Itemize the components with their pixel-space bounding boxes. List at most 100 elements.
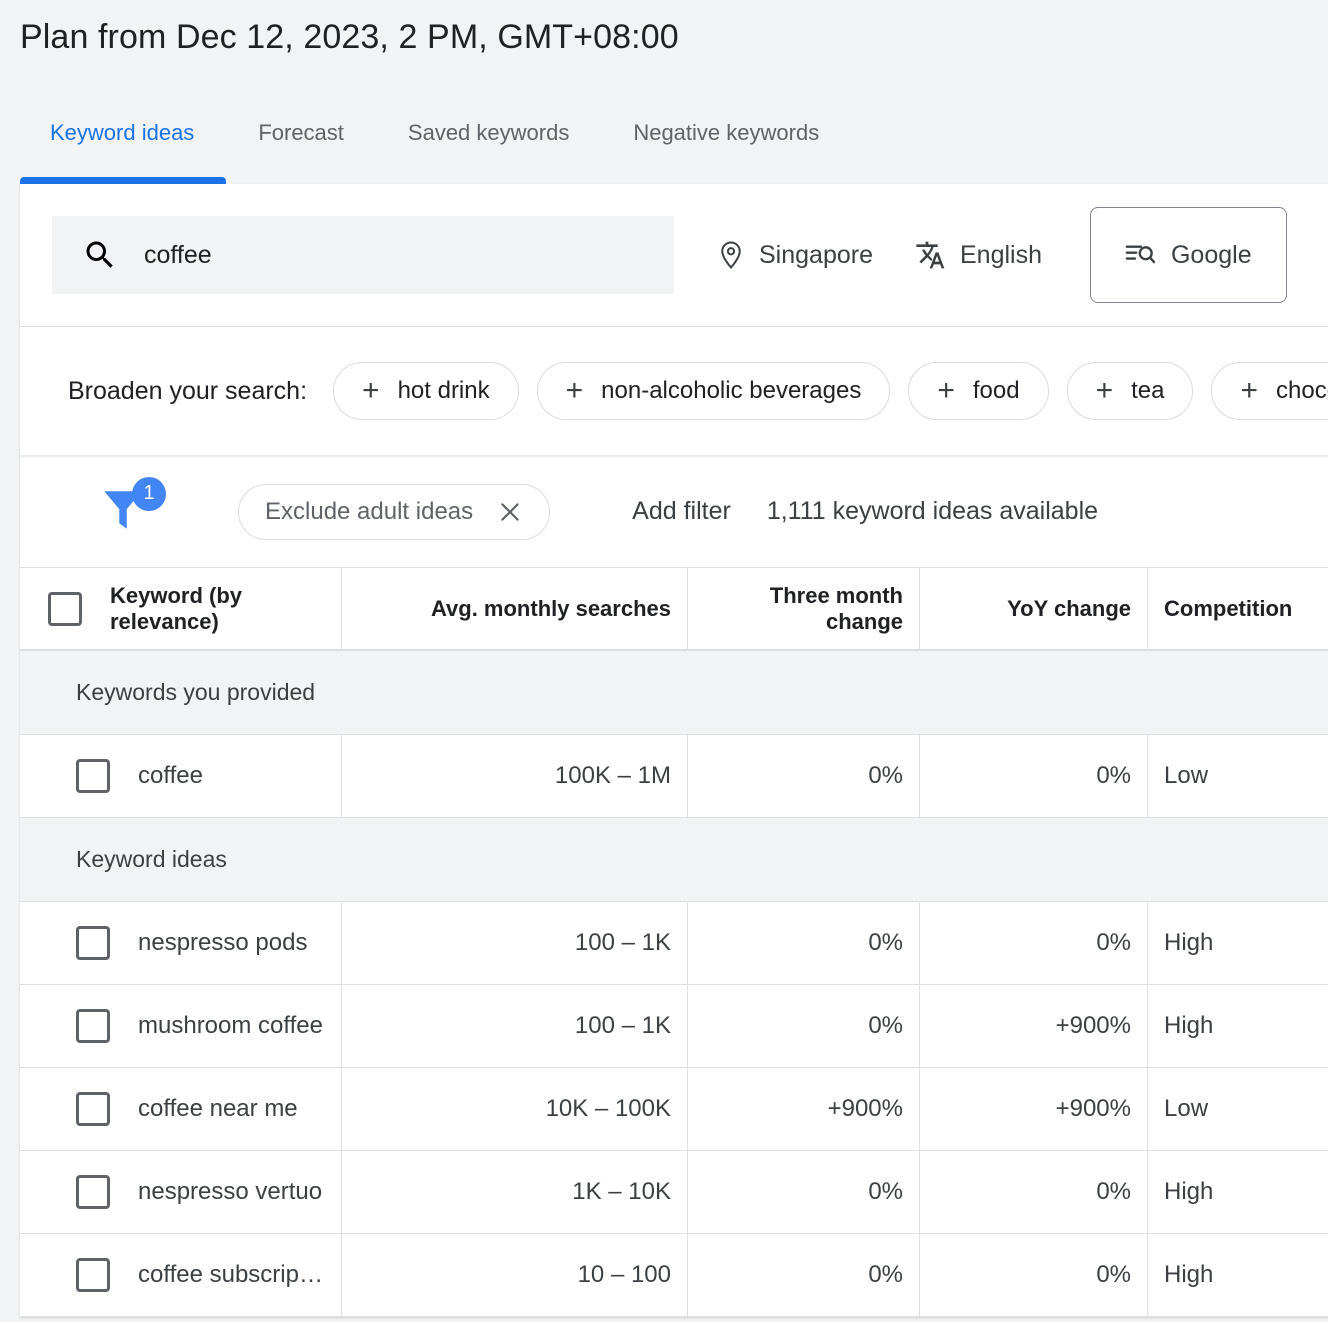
network-selector[interactable]: Google [1090, 207, 1287, 303]
select-all-checkbox[interactable] [48, 592, 82, 626]
cell-three-month-change: +900% [688, 1068, 920, 1150]
location-label: Singapore [759, 241, 873, 270]
row-checkbox[interactable] [76, 1092, 110, 1126]
cell-avg-monthly-searches: 100 – 1K [342, 902, 688, 984]
plus-icon: + [1096, 376, 1114, 406]
broaden-label: Broaden your search: [68, 377, 307, 406]
cell-three-month-change: 0% [688, 902, 920, 984]
broaden-chip-non-alcoholic-beverages[interactable]: + non-alcoholic beverages [537, 362, 891, 420]
cell-keyword: coffee near me [20, 1068, 342, 1150]
tab-label: Saved keywords [408, 120, 569, 146]
cell-keyword: nespresso vertuo [20, 1151, 342, 1233]
tab-label: Keyword ideas [50, 120, 194, 146]
header-line-2: change [826, 609, 903, 634]
cell-three-month-change: 0% [688, 1151, 920, 1233]
table-header-avg-monthly-searches[interactable]: Avg. monthly searches [342, 568, 688, 649]
broaden-chip-hot-drink[interactable]: + hot drink [333, 362, 519, 420]
location-selector[interactable]: Singapore [716, 240, 873, 270]
table-row[interactable]: nespresso vertuo 1K – 10K 0% 0% High [20, 1151, 1328, 1234]
filter-chip-exclude-adult-ideas[interactable]: Exclude adult ideas [238, 484, 550, 540]
search-input-value: coffee [144, 241, 212, 270]
header-line-2: relevance) [110, 609, 219, 634]
filter-count-badge: 1 [132, 477, 166, 511]
plus-icon: + [1240, 376, 1258, 406]
cell-keyword: coffee subscript… [20, 1234, 342, 1316]
plus-icon: + [362, 376, 380, 406]
translate-icon [915, 239, 947, 271]
tab-bar: Keyword ideas Forecast Saved keywords Ne… [20, 112, 851, 184]
cell-yoy-change: +900% [920, 985, 1148, 1067]
cell-yoy-change: 0% [920, 1151, 1148, 1233]
available-ideas-count: 1,111 keyword ideas available [767, 497, 1098, 526]
table-row[interactable]: mushroom coffee 100 – 1K 0% +900% High [20, 985, 1328, 1068]
cell-keyword: mushroom coffee [20, 985, 342, 1067]
row-checkbox[interactable] [76, 926, 110, 960]
table-header-three-month-change[interactable]: Three month change [688, 568, 920, 649]
cell-competition: Low [1148, 735, 1328, 817]
search-row: coffee Singapore English [20, 184, 1328, 326]
page-title: Plan from Dec 12, 2023, 2 PM, GMT+08:00 [20, 18, 679, 57]
chip-label: food [973, 377, 1020, 405]
tab-keyword-ideas[interactable]: Keyword ideas [20, 112, 226, 184]
cell-competition: High [1148, 1151, 1328, 1233]
cell-avg-monthly-searches: 10 – 100 [342, 1234, 688, 1316]
cell-avg-monthly-searches: 100 – 1K [342, 985, 688, 1067]
add-filter-button[interactable]: Add filter [632, 497, 731, 526]
cell-keyword: coffee [20, 735, 342, 817]
row-checkbox[interactable] [76, 1175, 110, 1209]
cell-three-month-change: 0% [688, 735, 920, 817]
cell-three-month-change: 0% [688, 985, 920, 1067]
table-header-keyword-label: Keyword (by relevance) [110, 583, 242, 635]
language-selector[interactable]: English [915, 239, 1042, 271]
keyword-text: coffee [138, 762, 203, 790]
section-header-keywords-you-provided: Keywords you provided [20, 651, 1328, 735]
cell-avg-monthly-searches: 10K – 100K [342, 1068, 688, 1150]
broaden-search-row: Broaden your search: + hot drink + non-a… [20, 327, 1328, 455]
table-header-yoy-change[interactable]: YoY change [920, 568, 1148, 649]
broaden-chip-tea[interactable]: + tea [1067, 362, 1194, 420]
cell-competition: High [1148, 985, 1328, 1067]
row-checkbox[interactable] [76, 1009, 110, 1043]
chip-label: tea [1131, 377, 1164, 405]
cell-yoy-change: 0% [920, 1234, 1148, 1316]
chip-label: chocolate [1276, 377, 1328, 405]
keyword-text: nespresso vertuo [138, 1178, 322, 1206]
table-row[interactable]: coffee subscript… 10 – 100 0% 0% High [20, 1234, 1328, 1317]
plus-icon: + [937, 376, 955, 406]
row-checkbox[interactable] [76, 1258, 110, 1292]
tab-forecast[interactable]: Forecast [226, 112, 376, 184]
cell-competition: High [1148, 1234, 1328, 1316]
search-icon [82, 237, 118, 273]
cell-yoy-change: +900% [920, 1068, 1148, 1150]
cell-yoy-change: 0% [920, 735, 1148, 817]
network-label: Google [1171, 241, 1252, 270]
cell-keyword: nespresso pods [20, 902, 342, 984]
close-icon[interactable] [497, 499, 523, 525]
row-checkbox[interactable] [76, 759, 110, 793]
broaden-chip-food[interactable]: + food [908, 362, 1048, 420]
section-header-keyword-ideas: Keyword ideas [20, 818, 1328, 902]
location-pin-icon [716, 240, 746, 270]
keyword-text: mushroom coffee [138, 1012, 323, 1040]
tab-saved-keywords[interactable]: Saved keywords [376, 112, 601, 184]
tab-negative-keywords[interactable]: Negative keywords [601, 112, 851, 184]
tab-label: Forecast [258, 120, 344, 146]
tab-label: Negative keywords [633, 120, 819, 146]
table-row[interactable]: nespresso pods 100 – 1K 0% 0% High [20, 902, 1328, 985]
cell-yoy-change: 0% [920, 902, 1148, 984]
filter-row: 1 Exclude adult ideas Add filter 1,111 k… [20, 455, 1328, 567]
table-header-competition[interactable]: Competition [1148, 568, 1328, 649]
table-row[interactable]: coffee near me 10K – 100K +900% +900% Lo… [20, 1068, 1328, 1151]
keyword-text: coffee near me [138, 1095, 298, 1123]
cell-avg-monthly-searches: 1K – 10K [342, 1151, 688, 1233]
filter-funnel-icon[interactable]: 1 [98, 483, 164, 541]
table-header: Keyword (by relevance) Avg. monthly sear… [20, 567, 1328, 651]
plus-icon: + [566, 376, 584, 406]
cell-competition: Low [1148, 1068, 1328, 1150]
keyword-ideas-card: coffee Singapore English [20, 184, 1328, 1317]
cell-avg-monthly-searches: 100K – 1M [342, 735, 688, 817]
table-row[interactable]: coffee 100K – 1M 0% 0% Low [20, 735, 1328, 818]
broaden-chip-chocolate[interactable]: + chocolate [1211, 362, 1328, 420]
keyword-planner-page: Plan from Dec 12, 2023, 2 PM, GMT+08:00 … [0, 0, 1328, 1322]
search-input[interactable]: coffee [52, 216, 674, 294]
